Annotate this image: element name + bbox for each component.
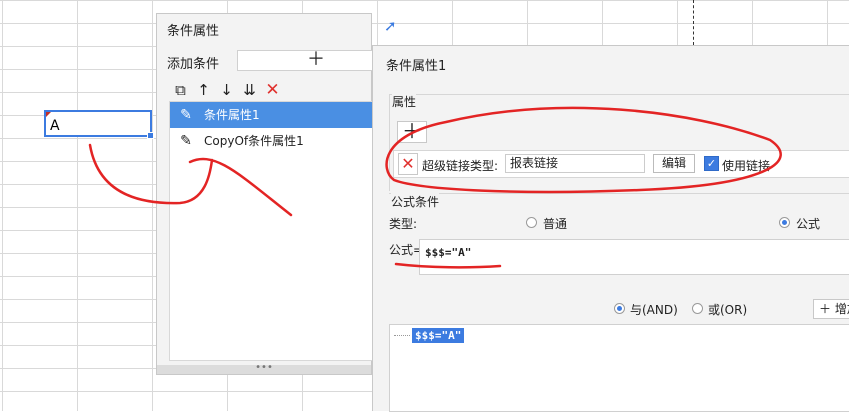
cell-condition-flag xyxy=(46,112,51,117)
condition-attributes-dialog: 条件属性 添加条件 ＋ ⧉ ↑ ↓ ⇊ ✕ ✎ 条件属性1 ✎ CopyOf条件… xyxy=(156,13,395,375)
use-link-label: 使用链接 xyxy=(722,159,771,173)
formula-input[interactable]: $$$="A" xyxy=(419,239,849,275)
and-radio[interactable] xyxy=(614,303,625,314)
resize-handle[interactable]: ••• xyxy=(157,363,371,374)
cell-value: A xyxy=(50,118,60,134)
tree-node[interactable]: $$$="A" xyxy=(412,328,465,343)
and-label: 与(AND) xyxy=(630,303,678,317)
add-condition-row-button[interactable]: ＋ 增加 xyxy=(813,299,849,319)
expand-icon[interactable]: ➚ xyxy=(384,17,397,35)
page-break-line xyxy=(693,0,694,45)
or-label: 或(OR) xyxy=(708,303,748,317)
use-link-checkbox[interactable]: ✓ xyxy=(704,156,719,171)
list-item[interactable]: ✎ CopyOf条件属性1 xyxy=(170,128,374,154)
delete-property-icon[interactable]: ✕ xyxy=(398,153,418,175)
tree-connector xyxy=(394,335,410,336)
condition-detail-dialog: 条件属性1 属性 ＋ ✕ 超级链接类型: 报表链接 编辑 ✓ 使用链接 公式条件… xyxy=(372,45,849,412)
move-bottom-icon[interactable]: ⇊ xyxy=(238,80,261,100)
property-section-label: 属性 xyxy=(392,93,417,110)
condition-tree: $$$="A" xyxy=(389,324,849,412)
list-item-label: CopyOf条件属性1 xyxy=(204,134,304,148)
hyperlink-type-label: 超级链接类型: xyxy=(422,159,499,173)
add-property-button[interactable]: ＋ xyxy=(397,121,427,143)
hyperlink-property-row: ✕ 超级链接类型: 报表链接 编辑 ✓ 使用链接 xyxy=(393,150,849,178)
pencil-icon: ✎ xyxy=(180,107,192,123)
type-formula-label: 公式 xyxy=(796,217,821,231)
detail-title: 条件属性1 xyxy=(386,59,447,74)
formula-section-label: 公式条件 xyxy=(391,193,440,210)
selected-cell[interactable]: A xyxy=(44,110,154,139)
condition-toolbar: ⧉ ↑ ↓ ⇊ ✕ xyxy=(169,80,284,100)
formula-condition-section: 公式条件 xyxy=(389,193,849,210)
list-item-label: 条件属性1 xyxy=(204,108,260,122)
type-normal-radio[interactable] xyxy=(526,217,537,228)
arrow-down-icon[interactable]: ↓ xyxy=(215,80,238,100)
dialog-title: 条件属性 xyxy=(167,24,220,39)
or-radio[interactable] xyxy=(692,303,703,314)
logic-bar xyxy=(373,278,849,324)
copy-icon[interactable]: ⧉ xyxy=(169,80,192,100)
pencil-icon: ✎ xyxy=(180,133,192,149)
fill-handle[interactable] xyxy=(147,132,154,139)
list-item[interactable]: ✎ 条件属性1 xyxy=(170,102,374,128)
hyperlink-type-field[interactable]: 报表链接 xyxy=(505,154,645,173)
formula-label: 公式= xyxy=(389,243,424,257)
type-label: 类型: xyxy=(389,217,418,231)
arrow-up-icon[interactable]: ↑ xyxy=(192,80,215,100)
type-formula-radio[interactable] xyxy=(779,217,790,228)
condition-list: ✎ 条件属性1 ✎ CopyOf条件属性1 xyxy=(169,101,375,361)
edit-button[interactable]: 编辑 xyxy=(653,154,695,173)
delete-icon[interactable]: ✕ xyxy=(261,80,284,100)
add-condition-label: 添加条件 xyxy=(167,57,220,72)
type-normal-label: 普通 xyxy=(543,217,568,231)
